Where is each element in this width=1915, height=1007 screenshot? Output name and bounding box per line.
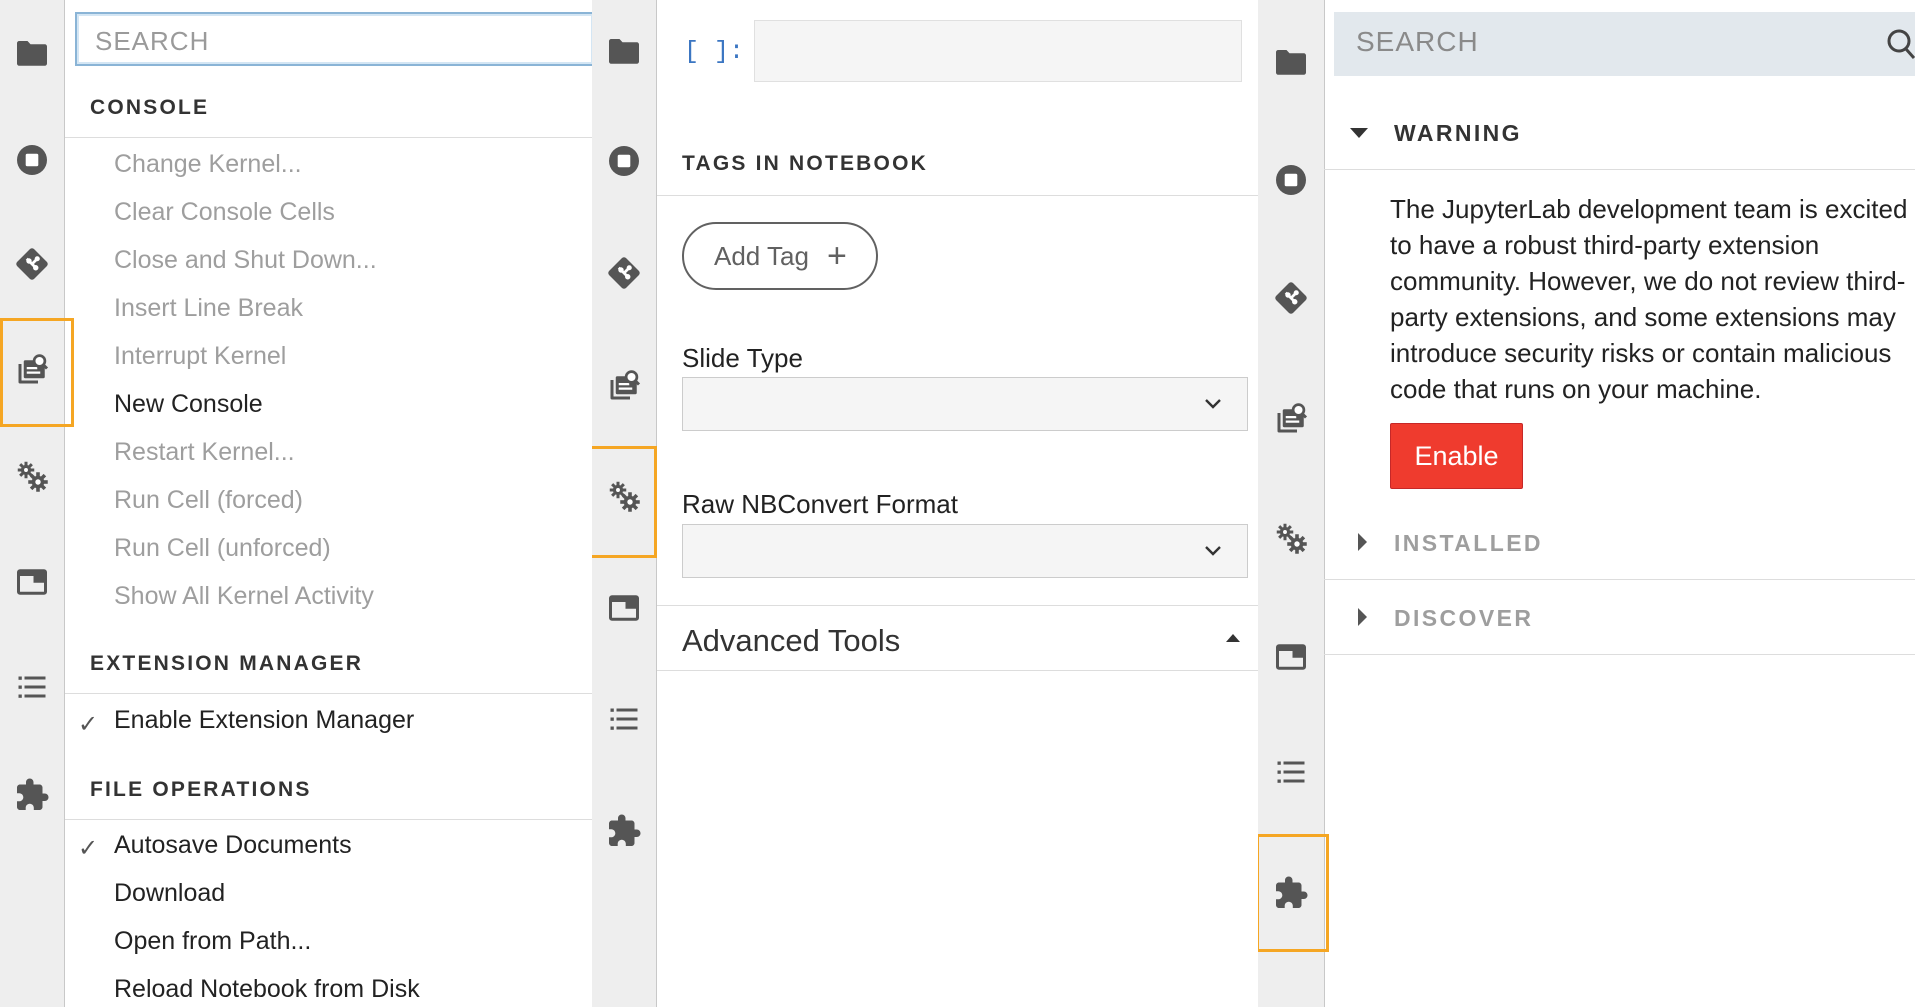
raw-format-select[interactable] (682, 524, 1248, 578)
caret-down-icon[interactable] (1350, 128, 1368, 138)
warning-message: The JupyterLab development team is excit… (1390, 194, 1908, 404)
add-tag-button[interactable]: Add Tag + (682, 222, 878, 290)
command-palette-panel: SEARCH CONSOLE Change Kernel... Clear Co… (0, 0, 592, 1007)
command-insert-line-break[interactable]: Insert Line Break (114, 294, 303, 323)
section-divider (657, 670, 1258, 671)
section-divider (1324, 579, 1915, 580)
command-run-cell-forced[interactable]: Run Cell (forced) (114, 486, 303, 515)
caret-up-icon (1226, 634, 1240, 642)
property-inspector-icon[interactable] (0, 446, 64, 506)
warning-header[interactable]: WARNING (1394, 120, 1522, 147)
section-divider (1324, 169, 1915, 170)
tabs-icon[interactable] (1258, 627, 1324, 687)
caret-right-icon[interactable] (1358, 533, 1367, 551)
cell-input-area[interactable] (754, 20, 1242, 82)
folder-icon[interactable] (1258, 32, 1324, 92)
section-divider (657, 195, 1258, 196)
running-icon[interactable] (1258, 150, 1324, 210)
toc-icon[interactable] (1258, 742, 1324, 802)
git-icon[interactable] (0, 234, 64, 294)
property-inspector-icon[interactable] (1258, 508, 1324, 568)
caret-right-icon[interactable] (1358, 608, 1367, 626)
command-palette-icon[interactable] (1258, 389, 1324, 449)
command-close-and-shut-down[interactable]: Close and Shut Down... (114, 246, 377, 275)
active-tab-highlight (1258, 834, 1329, 952)
checkmark-icon: ✓ (78, 835, 99, 862)
toc-icon[interactable] (592, 689, 656, 749)
left-icon-bar (0, 0, 65, 1007)
toc-icon[interactable] (0, 657, 64, 717)
command-new-console[interactable]: New Console (114, 390, 263, 419)
running-icon[interactable] (0, 130, 64, 190)
extension-icon[interactable] (592, 801, 656, 861)
tabs-icon[interactable] (592, 578, 656, 638)
command-clear-console-cells[interactable]: Clear Console Cells (114, 198, 335, 227)
active-tab-highlight (592, 446, 657, 558)
git-icon[interactable] (592, 243, 656, 303)
command-run-cell-unforced[interactable]: Run Cell (unforced) (114, 534, 331, 563)
slide-type-select[interactable] (682, 377, 1248, 431)
section-title-file-operations: FILE OPERATIONS (90, 778, 312, 801)
chevron-down-icon (1201, 392, 1225, 416)
command-enable-extension-manager[interactable]: Enable Extension Manager (114, 706, 414, 735)
discover-header[interactable]: DISCOVER (1394, 605, 1533, 632)
search-placeholder: SEARCH (1356, 26, 1479, 57)
raw-format-label: Raw NBConvert Format (682, 489, 958, 519)
property-inspector-panel: [ ]: TAGS IN NOTEBOOK Add Tag + Slide Ty… (592, 0, 1258, 1007)
git-icon[interactable] (1258, 268, 1324, 328)
installed-header[interactable]: INSTALLED (1394, 530, 1543, 557)
command-autosave-documents[interactable]: Autosave Documents (114, 831, 352, 860)
add-tag-label: Add Tag (714, 240, 809, 271)
tabs-icon[interactable] (0, 552, 64, 612)
folder-icon[interactable] (592, 21, 656, 81)
slide-type-label: Slide Type (682, 343, 803, 373)
section-title-extension-manager: EXTENSION MANAGER (90, 652, 364, 675)
command-download[interactable]: Download (114, 879, 225, 908)
section-divider (1324, 654, 1915, 655)
folder-icon[interactable] (0, 23, 64, 83)
search-icon[interactable] (1886, 28, 1915, 60)
advanced-tools-toggle[interactable]: Advanced Tools (682, 623, 900, 659)
checkmark-icon: ✓ (78, 711, 99, 738)
running-icon[interactable] (592, 131, 656, 191)
section-divider (657, 605, 1258, 606)
command-reload-notebook[interactable]: Reload Notebook from Disk (114, 975, 420, 1004)
command-search-input[interactable]: SEARCH (75, 12, 592, 66)
tags-header: TAGS IN NOTEBOOK (682, 152, 928, 175)
command-open-from-path[interactable]: Open from Path... (114, 927, 311, 956)
section-divider (65, 137, 592, 138)
section-divider (65, 693, 592, 694)
cell-prompt: [ ]: (684, 37, 745, 66)
command-restart-kernel[interactable]: Restart Kernel... (114, 438, 295, 467)
section-title-console: CONSOLE (90, 96, 210, 119)
extension-icon[interactable] (0, 765, 64, 825)
enable-button[interactable]: Enable (1390, 423, 1523, 489)
extension-manager-panel: SEARCH WARNING The JupyterLab developmen… (1258, 0, 1915, 1007)
chevron-down-icon (1201, 539, 1225, 563)
command-palette-icon[interactable] (592, 356, 656, 416)
command-change-kernel[interactable]: Change Kernel... (114, 150, 302, 179)
active-tab-highlight (0, 318, 74, 427)
command-interrupt-kernel[interactable]: Interrupt Kernel (114, 342, 286, 371)
extension-search-input[interactable]: SEARCH (1334, 12, 1915, 76)
section-divider (65, 819, 592, 820)
command-show-all-kernel-activity[interactable]: Show All Kernel Activity (114, 582, 374, 611)
plus-icon: + (826, 237, 847, 275)
